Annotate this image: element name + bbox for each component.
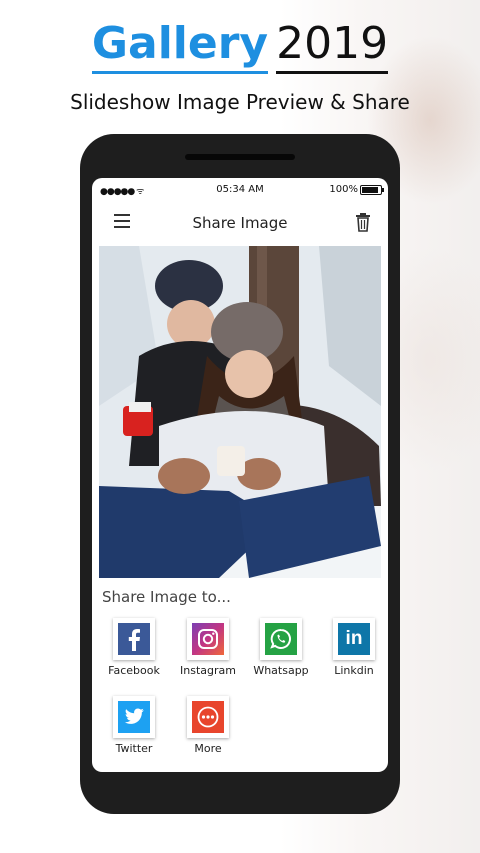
share-linkedin-button[interactable]: in Linkdin: [322, 618, 386, 677]
title-year: 2019: [276, 18, 389, 74]
trash-icon[interactable]: [354, 212, 372, 232]
facebook-icon: [118, 623, 150, 655]
share-instagram-label: Instagram: [180, 664, 236, 677]
linkedin-icon: in: [338, 623, 370, 655]
share-more-label: More: [194, 742, 222, 755]
phone-frame: ●●●●● ᯤ 05:34 AM 100% Share Image Share …: [80, 134, 400, 814]
more-icon: [192, 701, 224, 733]
app-bar-title: Share Image: [192, 214, 288, 232]
instagram-icon: [192, 623, 224, 655]
share-instagram-button[interactable]: Instagram: [176, 618, 240, 677]
promo-subtitle: Slideshow Image Preview & Share: [70, 90, 410, 114]
preview-image: [99, 246, 381, 578]
share-label: Share Image to...: [102, 588, 231, 606]
phone-speaker: [185, 154, 295, 160]
battery-icon: [360, 185, 384, 195]
twitter-icon: [118, 701, 150, 733]
share-twitter-label: Twitter: [115, 742, 153, 755]
status-bar: ●●●●● ᯤ 05:34 AM 100%: [92, 178, 388, 202]
share-linkedin-label: Linkdin: [334, 664, 374, 677]
share-whatsapp-button[interactable]: Whatsapp: [249, 618, 313, 677]
app-bar: Share Image: [92, 204, 388, 244]
title-word: Gallery: [91, 18, 269, 74]
phone-screen: ●●●●● ᯤ 05:34 AM 100% Share Image Share …: [92, 178, 388, 772]
share-twitter-button[interactable]: Twitter: [102, 696, 166, 755]
battery-level: 100%: [329, 184, 358, 195]
share-more-button[interactable]: More: [176, 696, 240, 755]
promo-title: Gallery 2019: [0, 18, 480, 74]
share-whatsapp-label: Whatsapp: [253, 664, 309, 677]
share-facebook-label: Facebook: [108, 664, 160, 677]
share-facebook-button[interactable]: Facebook: [102, 618, 166, 677]
whatsapp-icon: [265, 623, 297, 655]
